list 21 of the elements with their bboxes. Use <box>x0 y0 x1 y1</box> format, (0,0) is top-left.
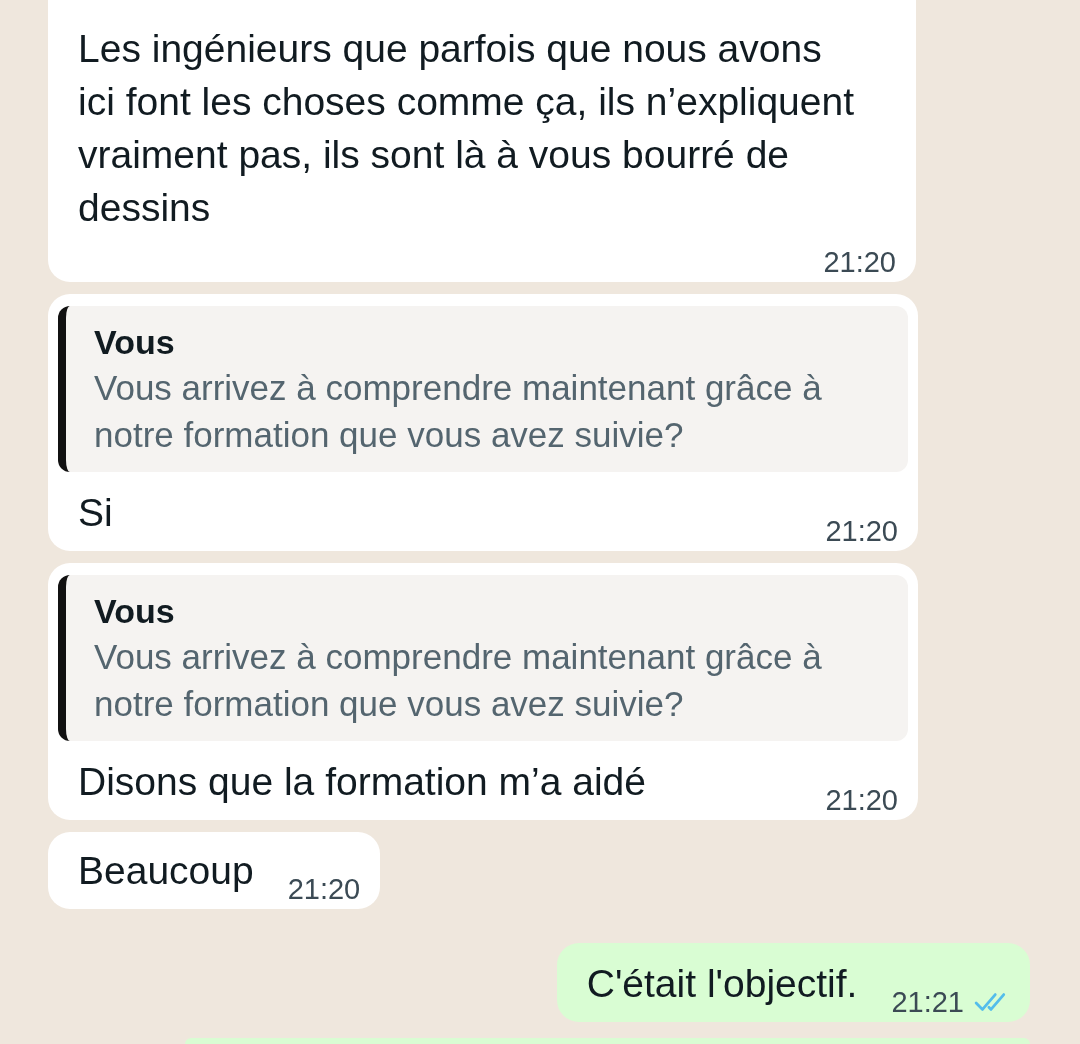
message-time: 21:20 <box>823 245 896 280</box>
message-bubble[interactable]: C'était l'objectif. 21:21 <box>556 943 1030 1022</box>
message-bubble[interactable]: Vous Vous arrivez à comprendre maintenant grâce à notre formation que vous avez suivie? Si 21:20 <box>48 294 918 551</box>
message-text: Si <box>78 490 113 536</box>
quoted-message[interactable]: Vous Vous arrivez à comprendre maintenant grâce à notre formation que vous avez suivie? <box>58 575 908 741</box>
quoted-message[interactable]: Vous Vous arrivez à comprendre maintenant grâce à notre formation que vous avez suivie? <box>58 306 908 472</box>
quote-author: Vous <box>94 591 176 632</box>
message-text: Les ingénieurs que parfois que nous avons ici font les choses comme ça, ils n’expliquent vraiment pas, ils sont là à vous bourré de dessins <box>78 26 856 231</box>
message-bubble[interactable]: Vous Vous arrivez à comprendre maintenant grâce à notre formation que vous avez suivie? Disons que la formation m’a aidé 21:20 <box>48 563 918 820</box>
quote-author: Vous <box>94 322 176 363</box>
message-time: 21:20 <box>825 783 898 818</box>
message-time: 21:21 <box>891 985 964 1020</box>
quote-text: Vous arrivez à comprendre maintenant grâce à notre formation que vous avez suivie? <box>94 367 823 456</box>
message-text: Beaucoup <box>78 848 254 894</box>
message-text: C'était l'objectif. <box>586 961 858 1007</box>
message-time: 21:20 <box>825 514 898 549</box>
quote-text: Vous arrivez à comprendre maintenant grâce à notre formation que vous avez suivie? <box>94 636 823 725</box>
message-bubble[interactable]: Beaucoup 21:20 <box>48 832 381 909</box>
message-bubble[interactable]: Les ingénieurs que parfois que nous avons ici font les choses comme ça, ils n’expliquent vraiment pas, ils sont là à vous bourré de dessins 21:20 <box>48 0 916 282</box>
message-text: Disons que la formation m’a aidé <box>78 759 646 805</box>
message-time: 21:20 <box>287 872 361 907</box>
